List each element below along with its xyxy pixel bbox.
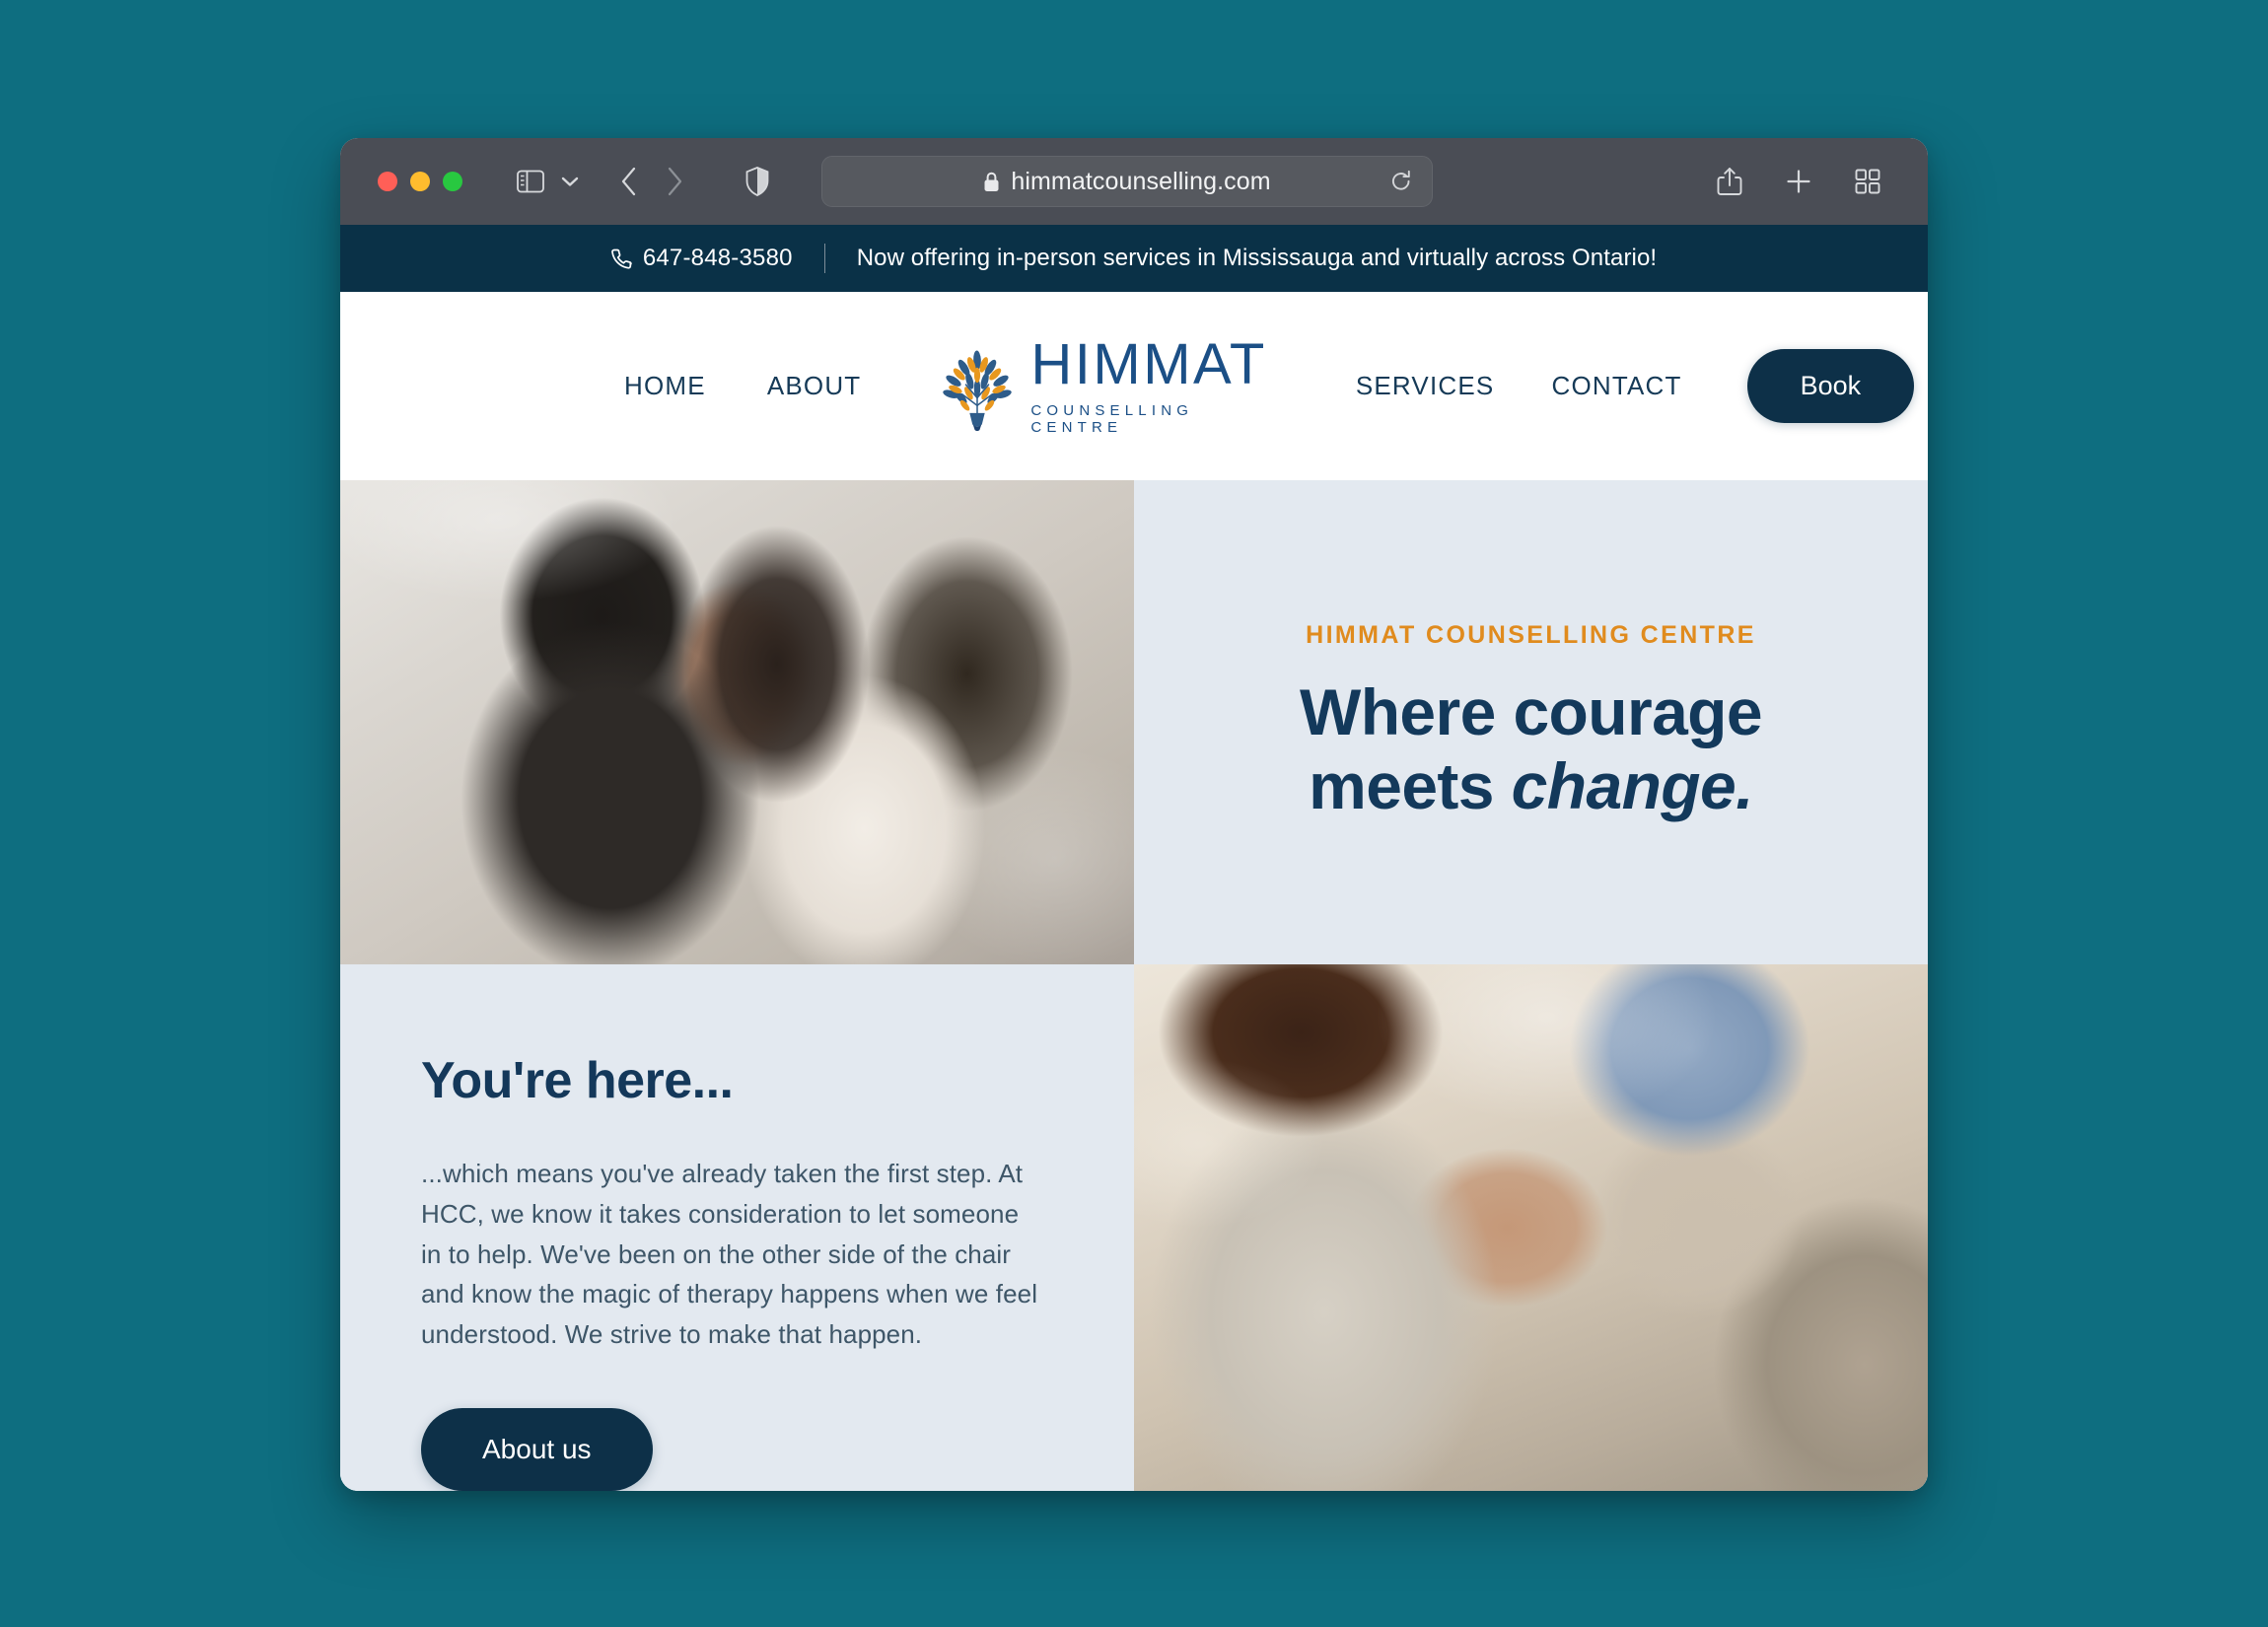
phone-number: 647-848-3580 [642, 245, 793, 271]
address-bar-content: himmatcounselling.com [983, 167, 1271, 196]
phone-icon [610, 248, 632, 269]
tab-overview-icon[interactable] [1845, 159, 1890, 204]
reload-icon[interactable] [1390, 170, 1412, 193]
nav-links-left: HOME ABOUT [624, 371, 861, 401]
hero-headline-emphasis: change. [1511, 749, 1754, 822]
hero-headline-line2: meets [1309, 749, 1512, 822]
forward-arrow-icon[interactable] [652, 159, 697, 204]
logo-wordmark: HIMMAT COUNSELLING CENTRE [1030, 332, 1267, 437]
browser-toolbar-right [1707, 159, 1900, 204]
nav-item-home[interactable]: HOME [624, 371, 706, 401]
nav-item-services[interactable]: SERVICES [1356, 371, 1495, 401]
intro-body-text: ...which means you've already taken the … [421, 1159, 1038, 1350]
phone-link[interactable]: 647-848-3580 [610, 245, 793, 272]
nav-links-right: SERVICES CONTACT [1356, 371, 1682, 401]
book-button[interactable]: Book [1746, 349, 1915, 423]
browser-toolbar: himmatcounselling.com [340, 138, 1928, 225]
announcement-divider [823, 244, 825, 273]
browser-window: himmatcounselling.com 647-848-3580 Now o… [340, 138, 1928, 1491]
address-bar[interactable]: himmatcounselling.com [821, 156, 1433, 207]
page-viewport: 647-848-3580 Now offering in-person serv… [340, 225, 1928, 1491]
lock-icon [983, 172, 1000, 192]
sidebar-icon[interactable] [508, 159, 553, 204]
nav-item-contact[interactable]: CONTACT [1551, 371, 1681, 401]
therapy-group-session-photo [1134, 964, 1928, 1491]
site-navigation: HOME ABOUT HIMMAT COUNSELLING CENTRE SER… [340, 292, 1928, 480]
minimize-window-button[interactable] [410, 172, 430, 191]
address-bar-url: himmatcounselling.com [1011, 167, 1271, 195]
intro-text-panel: You're here... ...which means you've alr… [340, 964, 1134, 1491]
back-arrow-icon[interactable] [606, 159, 652, 204]
shield-icon[interactable] [735, 159, 780, 204]
hero-eyebrow: HIMMAT COUNSELLING CENTRE [1306, 621, 1756, 650]
intro-heading: You're here... [421, 1052, 734, 1109]
chevron-down-icon[interactable] [553, 159, 587, 204]
logo-subtitle: COUNSELLING CENTRE [1030, 402, 1194, 436]
hero-text-panel: HIMMAT COUNSELLING CENTRE Where courage … [1134, 480, 1928, 964]
hero-headline-line1: Where courage [1300, 675, 1763, 749]
announcement-bar: 647-848-3580 Now offering in-person serv… [340, 225, 1928, 292]
couple-on-couch-photo [340, 480, 1134, 964]
announcement-content: 647-848-3580 Now offering in-person serv… [610, 244, 1658, 273]
logo-title: HIMMAT [1030, 332, 1267, 396]
site-logo[interactable]: HIMMAT COUNSELLING CENTRE [930, 336, 1266, 436]
maximize-window-button[interactable] [443, 172, 462, 191]
window-controls [378, 172, 462, 191]
hero-headline: Where courage meets change. [1300, 675, 1763, 822]
content-grid: HIMMAT COUNSELLING CENTRE Where courage … [340, 480, 1928, 1491]
close-window-button[interactable] [378, 172, 397, 191]
announcement-message: Now offering in-person services in Missi… [856, 245, 1658, 271]
about-us-button[interactable]: About us [421, 1408, 653, 1491]
share-icon[interactable] [1707, 159, 1752, 204]
nav-item-about[interactable]: ABOUT [767, 371, 862, 401]
tree-bouquet-icon [930, 339, 1025, 434]
plus-icon[interactable] [1776, 159, 1821, 204]
